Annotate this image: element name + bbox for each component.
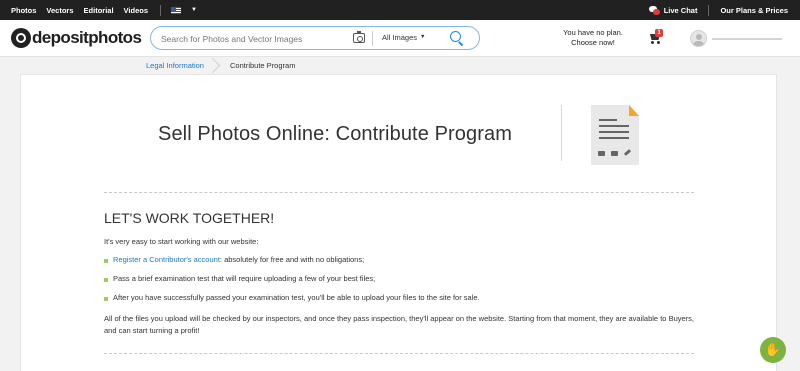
page-title: Sell Photos Online: Contribute Program	[158, 123, 512, 145]
document-icon	[591, 105, 639, 165]
hand-help-icon[interactable]: ✋	[760, 337, 786, 363]
section-divider	[104, 192, 694, 193]
list-item: Register a Contributor's account: absolu…	[113, 255, 364, 264]
plans-prices-link[interactable]: Our Plans & Prices	[720, 6, 788, 15]
list-bullet	[104, 278, 108, 282]
document-line	[599, 119, 617, 121]
top-nav: Photos Vectors Editorial Videos ▼	[11, 0, 207, 20]
breadcrumb-legal-information[interactable]: Legal Information	[146, 61, 204, 70]
list-bullet	[104, 297, 108, 301]
cart-wheel	[651, 41, 654, 44]
camera-icon	[598, 151, 605, 156]
document-fold	[629, 105, 639, 116]
register-contributor-link[interactable]: Register a Contributor's account	[113, 255, 220, 264]
content-card: Sell Photos Online: Contribute Program L…	[20, 74, 777, 371]
language-selector[interactable]: ▼	[171, 6, 207, 14]
image-type-filter[interactable]: All Images	[382, 33, 417, 42]
cart-count-badge: 1	[655, 29, 663, 37]
logo-text: depositphotos	[32, 28, 142, 47]
header: depositphotos All Images ▼ You have no p…	[0, 20, 800, 57]
pen-icon	[623, 149, 632, 156]
nav-divider	[160, 4, 162, 16]
search-icon[interactable]	[450, 31, 464, 45]
breadcrumb-current: Contribute Program	[230, 61, 296, 70]
list-item-text: : absolutely for free and with no obliga…	[219, 255, 365, 264]
document-line	[599, 137, 629, 139]
section-divider	[104, 353, 694, 354]
live-chat-link[interactable]: Live Chat	[664, 6, 698, 15]
live-chat-icon	[648, 5, 660, 15]
chevron-down-icon: ▼	[191, 7, 197, 13]
chevron-down-icon: ▼	[420, 34, 426, 40]
breadcrumb: Legal Information Contribute Program	[0, 57, 800, 74]
cart-wheel	[657, 41, 660, 44]
nav-photos[interactable]: Photos	[11, 6, 36, 15]
plan-status-line2: Choose now!	[571, 38, 615, 47]
intro-text: It's very easy to start working with our…	[104, 237, 259, 246]
document-line	[599, 125, 629, 127]
search-bar: All Images ▼	[150, 26, 480, 50]
us-flag-icon	[171, 6, 182, 14]
top-divider	[708, 4, 710, 16]
username-placeholder[interactable]	[712, 38, 782, 40]
plan-status-line1: You have no plan.	[563, 28, 623, 37]
video-icon	[611, 151, 618, 156]
plan-status[interactable]: You have no plan. Choose now!	[555, 28, 631, 48]
nav-editorial[interactable]: Editorial	[84, 6, 114, 15]
nav-videos[interactable]: Videos	[124, 6, 148, 15]
logo[interactable]: depositphotos	[11, 28, 142, 48]
section-heading: LET'S WORK TOGETHER!	[104, 210, 275, 226]
document-line	[599, 131, 629, 133]
info-paragraph: All of the files you upload will be chec…	[104, 314, 694, 335]
search-input[interactable]	[161, 31, 341, 46]
camera-search-icon[interactable]	[353, 31, 365, 43]
logo-icon	[11, 28, 31, 48]
top-right: Live Chat Our Plans & Prices	[648, 0, 800, 20]
top-bar: Photos Vectors Editorial Videos ▼ Live C…	[0, 0, 800, 20]
title-divider	[561, 105, 562, 161]
avatar-icon[interactable]	[690, 30, 707, 47]
list-item: Pass a brief examination test that will …	[113, 274, 376, 283]
list-bullet	[104, 259, 108, 263]
list-item: After you have successfully passed your …	[113, 293, 480, 302]
breadcrumb-separator-icon	[207, 57, 220, 74]
nav-vectors[interactable]: Vectors	[46, 6, 73, 15]
search-divider	[372, 31, 373, 46]
